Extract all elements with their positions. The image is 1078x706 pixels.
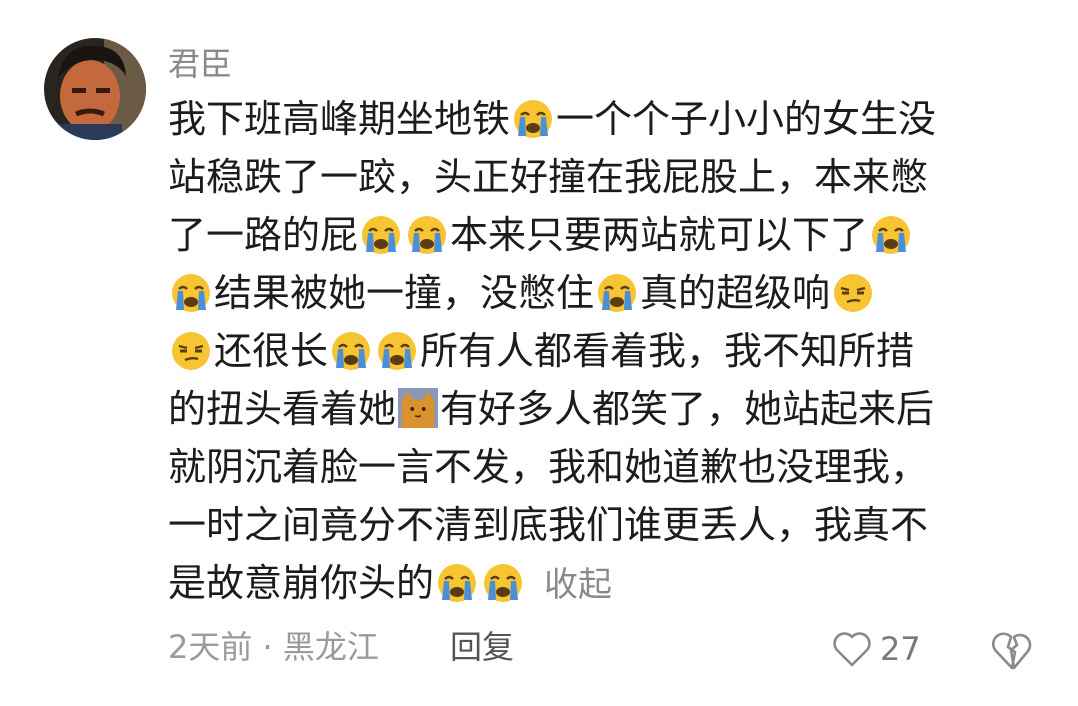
crying-face-emoji [378, 332, 417, 370]
avatar-image [44, 38, 146, 140]
comment-line: 就阴沉着脸一言不发，我和她道歉也没理我， [168, 438, 1048, 496]
username[interactable]: 君臣 [168, 42, 232, 86]
cat-sticker [398, 388, 439, 428]
comment-text-segment: 了一路的屁 [168, 213, 359, 257]
comment-text-segment: 站稳跌了一跤，头正好撞在我屁股上，本来憋 [168, 155, 929, 199]
comment-line: 还很长 所有人都看着我，我不知所措 [168, 322, 1048, 380]
heart-outline-icon [833, 632, 871, 667]
reply-button[interactable]: 回复 [450, 622, 514, 672]
comment-card: 君臣 我下班高峰期坐地铁 一个个子小小的女生没站稳跌了一跤，头正好撞在我屁股上，本… [0, 0, 1078, 706]
comment-line: 是故意崩你头的 收起 [168, 554, 1048, 612]
comment-text-segment: 还很长 [214, 329, 329, 373]
dislike-button[interactable] [990, 628, 1034, 672]
collapse-button[interactable]: 收起 [544, 565, 612, 605]
unamused-face-emoji [172, 332, 210, 370]
like-button[interactable]: 27 [832, 624, 921, 674]
comment-line: 结果被她一撞，没憋住 真的超级响 [168, 264, 1048, 322]
like-count: 27 [880, 630, 921, 668]
comment-meta: 2天前 · 黑龙江 [168, 628, 379, 666]
crying-face-emoji [408, 216, 447, 254]
comment-text-segment: 真的超级响 [640, 271, 831, 315]
comment-line: 的扭头看着她 有好多人都笑了，她站起来后 [168, 380, 1048, 438]
comment-text-segment: 所有人都看着我，我不知所措 [420, 329, 915, 373]
crying-face-emoji [362, 216, 401, 254]
comment-text-segment: 是故意崩你头的 [168, 561, 435, 605]
comment-text-segment: 我下班高峰期坐地铁 [168, 97, 511, 141]
crying-face-emoji [872, 216, 911, 254]
comment-text-segment: 一个个子小小的女生没 [556, 97, 937, 141]
comment-text: 我下班高峰期坐地铁 一个个子小小的女生没 站稳跌了一跤，头正好撞在我屁股上，本来憋了… [168, 90, 1048, 612]
crying-face-emoji [172, 274, 210, 312]
crying-face-emoji [514, 100, 553, 138]
comment-line: 一时之间竟分不清到底我们谁更丢人，我真不 [168, 496, 1048, 554]
comment-text-segment: 一时之间竟分不清到底我们谁更丢人，我真不 [168, 503, 929, 547]
comment-text-segment: 的扭头看着她 [168, 387, 397, 431]
comment-line: 我下班高峰期坐地铁 一个个子小小的女生没 [168, 90, 1048, 148]
comment-line: 站稳跌了一跤，头正好撞在我屁股上，本来憋 [168, 148, 1048, 206]
crying-face-emoji [438, 564, 477, 602]
unamused-face-emoji [834, 274, 873, 312]
avatar[interactable] [44, 38, 146, 140]
crying-face-emoji [332, 332, 371, 370]
comment-text-segment: 本来只要两站就可以下了 [450, 213, 869, 257]
broken-heart-icon [991, 632, 1032, 670]
comment-line: 了一路的屁 本来只要两站就可以下了 [168, 206, 1048, 264]
comment-text-segment: 结果被她一撞，没憋住 [214, 271, 595, 315]
comment-text-segment: 有好多人都笑了，她站起来后 [440, 387, 935, 431]
crying-face-emoji [598, 274, 637, 312]
comment-text-segment: 就阴沉着脸一言不发，我和她道歉也没理我， [168, 445, 929, 489]
crying-face-emoji [484, 564, 523, 602]
